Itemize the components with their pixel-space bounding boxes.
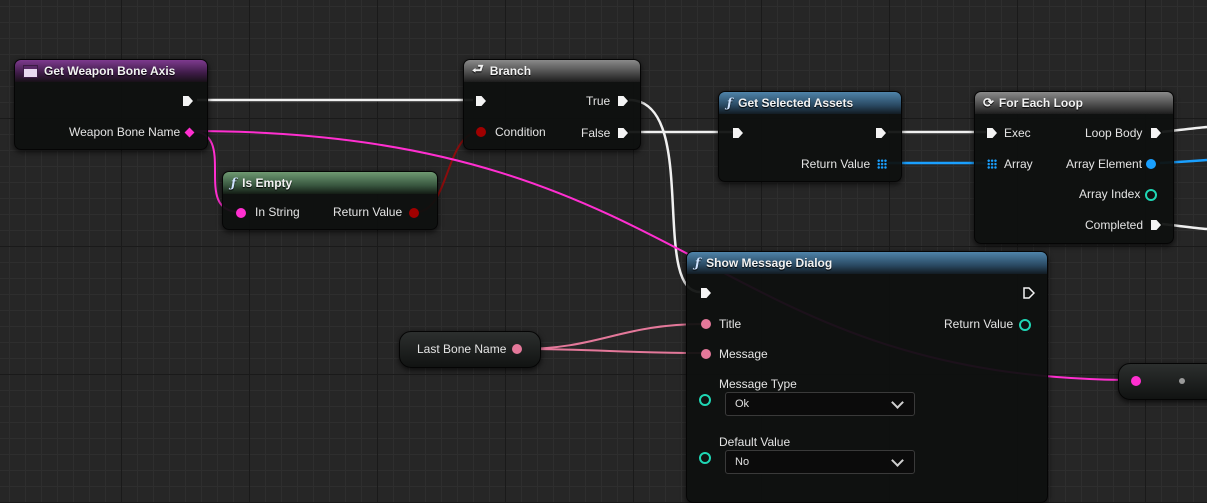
variable-label: Last Bone Name bbox=[417, 342, 507, 356]
bool-out-pin[interactable] bbox=[409, 208, 419, 218]
string-out-pin[interactable] bbox=[184, 127, 195, 138]
pin-label-weapon-bone-name: Weapon Bone Name bbox=[69, 125, 181, 139]
text-in-pin-message[interactable] bbox=[701, 349, 711, 359]
pin-label-array-element: Array Element bbox=[1066, 157, 1143, 171]
node-header[interactable]: ⮐ Branch bbox=[464, 60, 640, 82]
message-type-dropdown[interactable]: Ok bbox=[725, 392, 915, 416]
exec-in-pin[interactable] bbox=[733, 128, 743, 138]
event-icon bbox=[23, 64, 38, 78]
text-in-pin-title[interactable] bbox=[701, 319, 711, 329]
pin-label-default-value: Default Value bbox=[719, 435, 791, 449]
node-title: Get Weapon Bone Axis bbox=[44, 64, 176, 78]
node-header[interactable]: Get Weapon Bone Axis bbox=[15, 60, 207, 82]
exec-in-pin[interactable] bbox=[701, 288, 711, 298]
default-value-dropdown[interactable]: No bbox=[725, 450, 915, 474]
exec-false-pin[interactable] bbox=[618, 128, 628, 138]
node-header[interactable]: ⟳ For Each Loop bbox=[975, 92, 1173, 114]
node-last-bone-name[interactable]: Last Bone Name bbox=[399, 331, 541, 368]
enum-in-pin-message-type[interactable] bbox=[699, 394, 711, 406]
return-value-pin[interactable] bbox=[1019, 319, 1031, 331]
node-header[interactable]: ƒ Show Message Dialog bbox=[687, 252, 1047, 274]
node-get-weapon-bone-axis[interactable]: Get Weapon Bone Axis Weapon Bone Name bbox=[14, 59, 208, 150]
pin-label-loop-body: Loop Body bbox=[1085, 126, 1143, 140]
function-icon: ƒ bbox=[727, 96, 733, 110]
exec-true-pin[interactable] bbox=[618, 96, 628, 106]
exec-loop-body-pin[interactable] bbox=[1151, 128, 1161, 138]
function-icon: ƒ bbox=[231, 176, 237, 190]
node-title: Get Selected Assets bbox=[738, 96, 854, 110]
pin-label-false: False bbox=[581, 126, 611, 140]
array-in-pin[interactable] bbox=[987, 159, 997, 169]
node-get-selected-assets[interactable]: ƒ Get Selected Assets Return Value bbox=[718, 91, 902, 182]
exec-in-pin[interactable] bbox=[476, 96, 486, 106]
pin-label-title: Title bbox=[719, 317, 742, 331]
exec-out-pin[interactable] bbox=[1023, 287, 1035, 299]
node-offscreen-partial[interactable] bbox=[1118, 363, 1207, 400]
node-title: Is Empty bbox=[242, 176, 293, 190]
node-title: Branch bbox=[489, 64, 532, 78]
pin-label-true: True bbox=[586, 94, 611, 108]
node-branch[interactable]: ⮐ Branch True Condition False bbox=[463, 59, 641, 150]
enum-in-pin-default-value[interactable] bbox=[699, 452, 711, 464]
text-wire bbox=[519, 348, 705, 354]
string-in-pin[interactable] bbox=[236, 208, 246, 218]
text-out-pin[interactable] bbox=[512, 344, 522, 354]
node-title: For Each Loop bbox=[998, 96, 1083, 110]
string-in-pin[interactable] bbox=[1131, 376, 1141, 386]
pin-label-return-value: Return Value bbox=[333, 205, 403, 219]
pin-label-completed: Completed bbox=[1085, 218, 1144, 232]
array-index-pin[interactable] bbox=[1145, 189, 1157, 201]
node-is-empty[interactable]: ƒ Is Empty In String Return Value bbox=[222, 171, 438, 230]
pin-label-message: Message bbox=[719, 347, 768, 361]
exec-out-pin[interactable] bbox=[183, 96, 193, 106]
pin-label-array-index: Array Index bbox=[1079, 187, 1141, 201]
pin-label-in-string: In String bbox=[255, 205, 300, 219]
pin-label-return-value: Return Value bbox=[944, 317, 1014, 331]
array-out-pin[interactable] bbox=[877, 159, 887, 169]
text-wire bbox=[519, 323, 705, 350]
node-header[interactable]: ƒ Is Empty bbox=[223, 172, 437, 194]
dropdown-value: No bbox=[735, 456, 750, 468]
exec-in-pin[interactable] bbox=[987, 128, 997, 138]
node-show-message-dialog[interactable]: ƒ Show Message Dialog Title Return Value… bbox=[686, 251, 1048, 503]
array-element-pin[interactable] bbox=[1146, 159, 1156, 169]
pin-label-array: Array bbox=[1004, 157, 1033, 171]
pin-label-condition: Condition bbox=[495, 125, 546, 139]
function-icon: ƒ bbox=[695, 256, 701, 270]
pin-label-message-type: Message Type bbox=[719, 377, 797, 391]
branch-icon: ⮐ bbox=[472, 61, 484, 76]
dropdown-value: Ok bbox=[735, 398, 750, 410]
dot-icon bbox=[1179, 378, 1185, 384]
exec-completed-pin[interactable] bbox=[1151, 220, 1161, 230]
chevron-down-icon bbox=[891, 454, 904, 467]
pin-label-return-value: Return Value bbox=[801, 157, 871, 171]
chevron-down-icon bbox=[891, 396, 904, 409]
exec-out-pin[interactable] bbox=[876, 128, 886, 138]
pin-label-exec: Exec bbox=[1004, 126, 1031, 140]
bool-in-pin[interactable] bbox=[476, 127, 486, 137]
loop-icon: ⟳ bbox=[983, 95, 994, 110]
node-for-each-loop[interactable]: ⟳ For Each Loop Exec Loop Body Array Arr… bbox=[974, 91, 1174, 244]
node-header[interactable]: ƒ Get Selected Assets bbox=[719, 92, 901, 114]
node-title: Show Message Dialog bbox=[706, 256, 833, 270]
